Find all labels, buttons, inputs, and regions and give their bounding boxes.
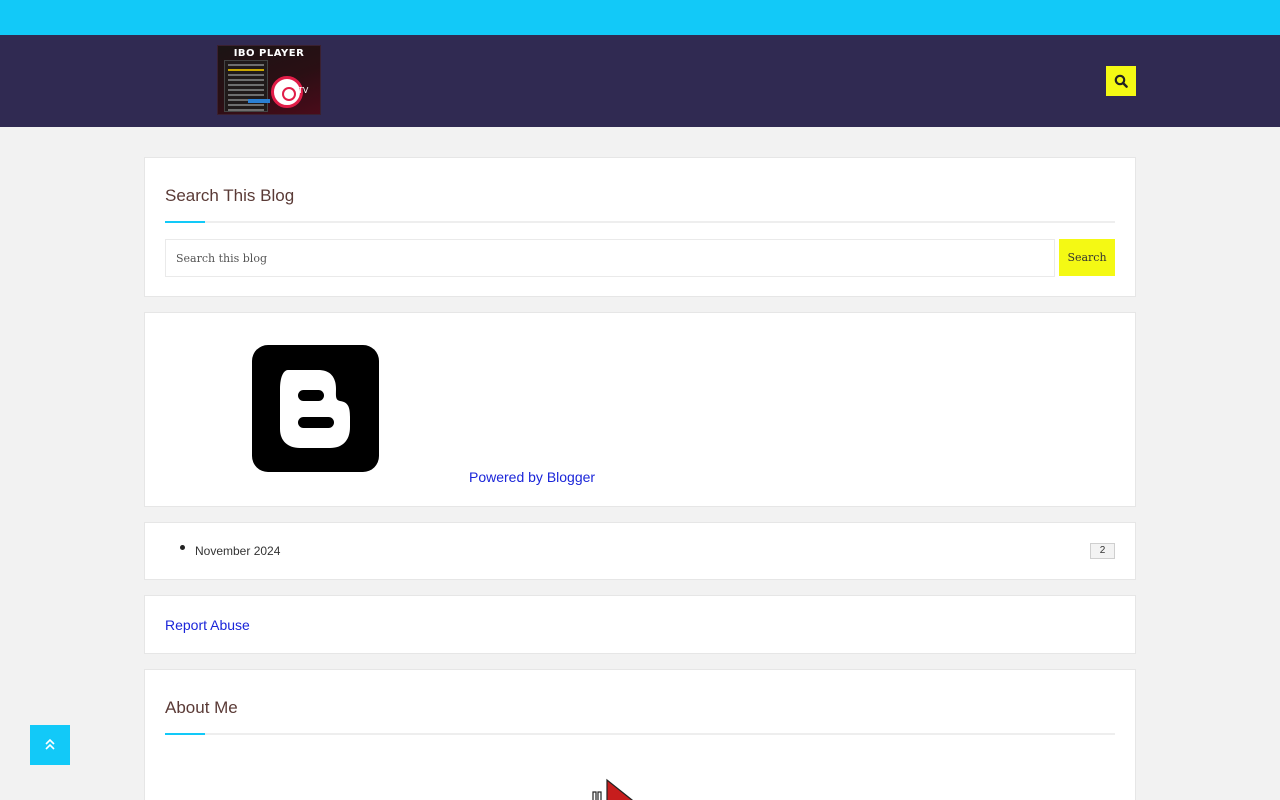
site-header: IBO PLAYER TV [0, 35, 1280, 127]
archive-post-count-badge: 2 [1090, 543, 1115, 559]
about-me-widget: About Me [144, 669, 1136, 800]
blog-search-button[interactable]: Search [1059, 239, 1115, 276]
blog-search-input[interactable] [165, 239, 1055, 277]
archive-widget: November 2024 2 [144, 522, 1136, 580]
profile-image [592, 778, 633, 800]
logo-channel-list-graphic [224, 60, 268, 112]
search-widget: Search This Blog Search [144, 157, 1136, 297]
title-divider [165, 733, 1115, 735]
list-bullet [180, 545, 185, 550]
double-chevron-up-icon [45, 738, 55, 750]
search-widget-title: Search This Blog [165, 186, 295, 205]
about-me-title: About Me [165, 698, 238, 717]
attribution-widget: Powered by Blogger [144, 312, 1136, 507]
search-icon [1114, 74, 1128, 88]
archive-month-link[interactable]: November 2024 [195, 544, 280, 558]
site-logo[interactable]: IBO PLAYER TV [217, 45, 321, 115]
logo-highlight-bar [248, 99, 270, 103]
logo-text: IBO PLAYER [233, 48, 305, 59]
back-to-top-button[interactable] [30, 725, 70, 765]
blogger-icon [252, 345, 379, 472]
header-search-button[interactable] [1106, 66, 1136, 96]
report-abuse-widget: Report Abuse [144, 595, 1136, 654]
powered-by-blogger-link[interactable]: Powered by Blogger [469, 469, 595, 485]
logo-tv-text: TV [298, 86, 309, 95]
title-divider [165, 221, 1115, 223]
top-accent-bar [0, 0, 1280, 35]
report-abuse-link[interactable]: Report Abuse [165, 617, 250, 633]
